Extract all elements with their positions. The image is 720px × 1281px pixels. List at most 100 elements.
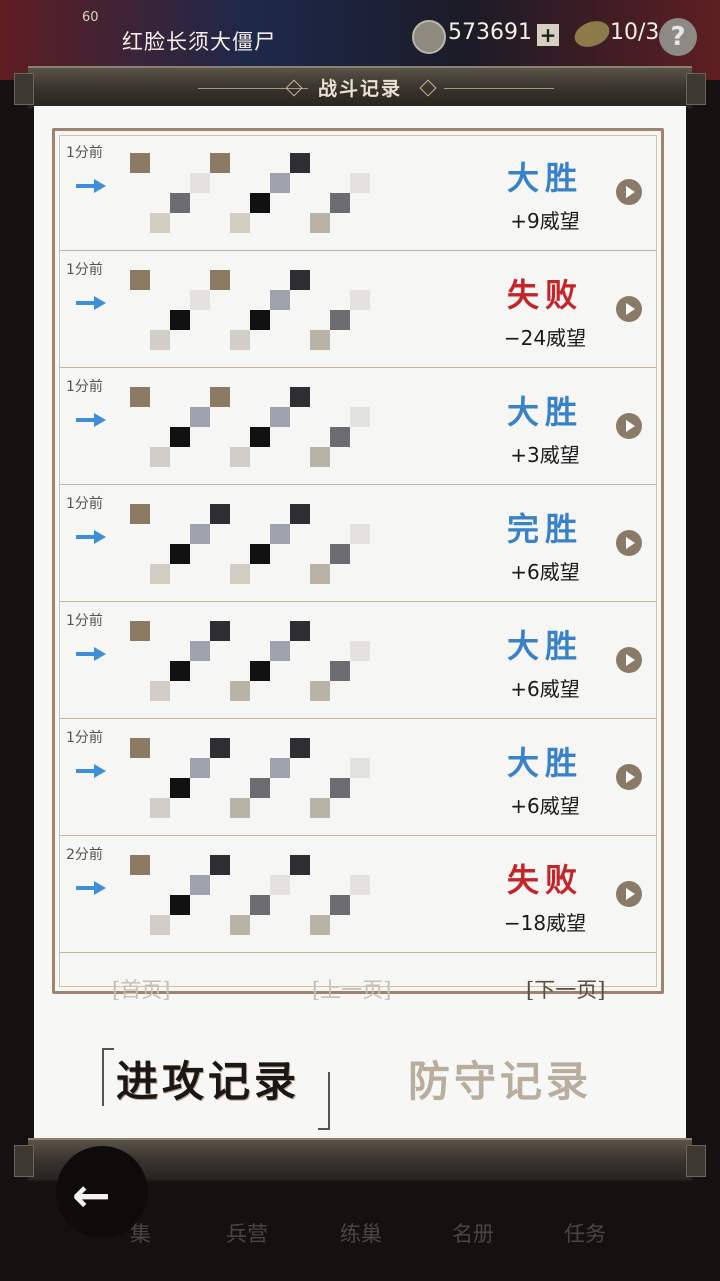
obscured-pixel <box>330 310 350 330</box>
obscured-pixel <box>270 758 290 778</box>
obscured-pixel <box>330 544 350 564</box>
obscured-pixel <box>130 738 150 758</box>
obscured-pixel <box>210 270 230 290</box>
nav-item-training[interactable]: 练巢 <box>340 1218 382 1248</box>
obscured-pixel <box>150 213 170 233</box>
back-arrow-icon: ← <box>72 1168 111 1222</box>
obscured-pixel <box>350 641 370 661</box>
obscured-pixel <box>210 738 230 758</box>
attack-arrow-icon <box>76 647 106 661</box>
replay-play-icon[interactable] <box>616 764 642 790</box>
record-row[interactable]: 1分前 大胜 +3威望 <box>60 367 657 485</box>
attack-arrow-icon <box>76 530 106 544</box>
record-row[interactable]: 1分前 大胜 +6威望 <box>60 718 657 836</box>
tab-defend-records[interactable]: 防守记录 <box>408 1048 592 1109</box>
obscured-pixel <box>310 915 330 935</box>
attack-arrow-icon <box>76 881 106 895</box>
obscured-pixel <box>150 798 170 818</box>
obscured-pixel <box>270 290 290 310</box>
obscured-pixel <box>290 387 310 407</box>
obscured-pixel <box>250 427 270 447</box>
first-page-button[interactable]: [首页] <box>112 974 170 1004</box>
record-result: 大胜 <box>506 744 583 782</box>
record-prestige-change: +6威望 <box>510 677 580 701</box>
help-button[interactable]: ? <box>659 18 697 56</box>
obscured-pixel <box>310 447 330 467</box>
record-row[interactable]: 2分前 失败 −18威望 <box>60 835 657 953</box>
record-result: 大胜 <box>506 159 583 197</box>
obscured-pixel <box>270 524 290 544</box>
obscured-pixel <box>250 778 270 798</box>
obscured-pixel <box>170 895 190 915</box>
obscured-pixel <box>290 504 310 524</box>
obscured-pixel <box>250 193 270 213</box>
record-result: 完胜 <box>506 510 583 548</box>
attack-arrow-icon <box>76 764 106 778</box>
replay-play-icon[interactable] <box>616 296 642 322</box>
obscured-pixel <box>230 447 250 467</box>
record-prestige-change: +6威望 <box>510 560 580 584</box>
record-prestige-change: −18威望 <box>503 911 587 935</box>
obscured-pixel <box>210 387 230 407</box>
opponent-info-obscured <box>130 621 400 711</box>
replay-play-icon[interactable] <box>616 881 642 907</box>
obscured-pixel <box>290 738 310 758</box>
nav-item-barracks[interactable]: 兵营 <box>226 1218 268 1248</box>
player-name: 红脸长须大僵尸 <box>122 30 276 54</box>
nav-item-tasks[interactable]: 任务 <box>564 1218 606 1248</box>
record-time: 1分前 <box>66 262 103 278</box>
obscured-pixel <box>290 621 310 641</box>
coin-count: 573691 <box>448 20 532 45</box>
obscured-pixel <box>170 778 190 798</box>
obscured-pixel <box>130 504 150 524</box>
scroll-top-rod: 战斗记录 <box>14 66 706 110</box>
next-page-button[interactable]: [下一页] <box>526 974 605 1004</box>
add-coins-button[interactable]: + <box>537 24 559 46</box>
record-prestige-change: +3威望 <box>510 443 580 467</box>
record-time: 2分前 <box>66 847 103 863</box>
obscured-pixel <box>330 778 350 798</box>
record-row[interactable]: 1分前 大胜 +6威望 <box>60 601 657 719</box>
obscured-pixel <box>150 564 170 584</box>
obscured-pixel <box>250 310 270 330</box>
record-prestige-change: −24威望 <box>503 326 587 350</box>
obscured-pixel <box>130 153 150 173</box>
obscured-pixel <box>330 895 350 915</box>
record-result: 大胜 <box>506 627 583 665</box>
record-row[interactable]: 1分前 大胜 +9威望 <box>60 133 657 251</box>
obscured-pixel <box>250 895 270 915</box>
obscured-pixel <box>190 641 210 661</box>
opponent-info-obscured <box>130 855 400 945</box>
replay-play-icon[interactable] <box>616 413 642 439</box>
record-row[interactable]: 1分前失败 −24威望 <box>60 250 657 368</box>
record-result: 失败 <box>506 276 583 314</box>
obscured-pixel <box>230 681 250 701</box>
prev-page-button[interactable]: [上一页] <box>312 974 391 1004</box>
record-result: 大胜 <box>506 393 583 431</box>
opponent-info-obscured <box>130 738 400 828</box>
attack-arrow-icon <box>76 179 106 193</box>
obscured-pixel <box>270 407 290 427</box>
opponent-info-obscured <box>130 270 400 360</box>
obscured-pixel <box>290 855 310 875</box>
obscured-pixel <box>290 270 310 290</box>
obscured-pixel <box>150 681 170 701</box>
obscured-pixel <box>170 544 190 564</box>
tab-attack-records[interactable]: 进攻记录 <box>116 1048 300 1109</box>
obscured-pixel <box>130 855 150 875</box>
obscured-pixel <box>230 915 250 935</box>
nav-item-roster[interactable]: 名册 <box>452 1218 494 1248</box>
replay-play-icon[interactable] <box>616 530 642 556</box>
obscured-pixel <box>290 153 310 173</box>
replay-play-icon[interactable] <box>616 647 642 673</box>
obscured-pixel <box>330 661 350 681</box>
obscured-pixel <box>170 310 190 330</box>
obscured-pixel <box>250 544 270 564</box>
obscured-pixel <box>270 641 290 661</box>
obscured-pixel <box>210 621 230 641</box>
replay-play-icon[interactable] <box>616 179 642 205</box>
obscured-pixel <box>190 407 210 427</box>
record-row[interactable]: 1分前 完胜 +6威望 <box>60 484 657 602</box>
obscured-pixel <box>190 173 210 193</box>
obscured-pixel <box>130 621 150 641</box>
